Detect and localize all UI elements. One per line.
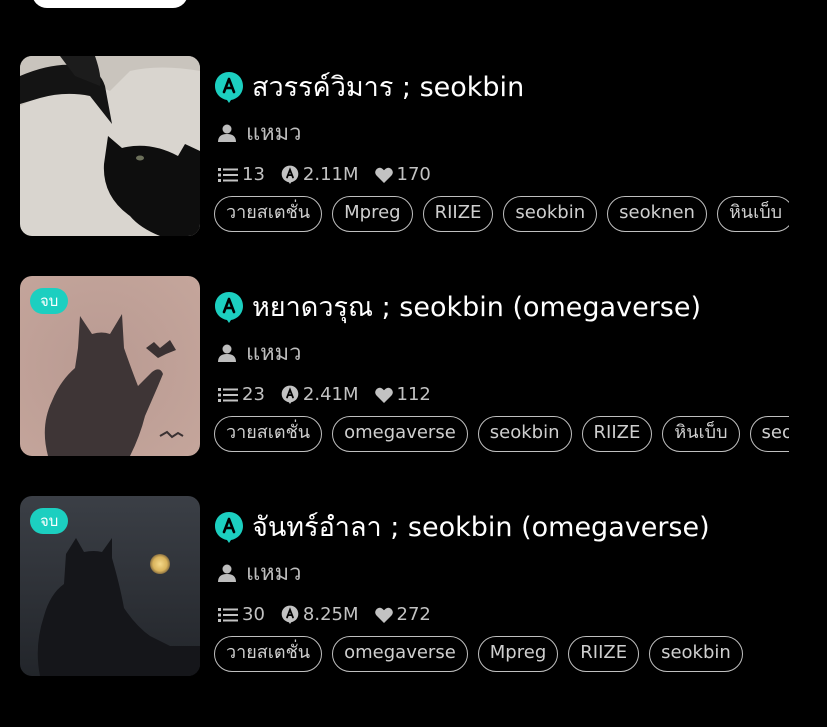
tag[interactable]: seokbin: [649, 636, 743, 672]
person-icon: [218, 124, 236, 142]
story-cover-image[interactable]: [20, 56, 200, 236]
tag[interactable]: RIIZE: [568, 636, 640, 672]
tag-list: วายสเตชั่น omegaverse Mpreg RIIZE seokbin: [214, 636, 789, 674]
reads-icon: [281, 165, 299, 184]
tag-list: วายสเตชั่น Mpreg RIIZE seokbin seoknen หินเบ็…: [214, 196, 789, 234]
story-title[interactable]: จันทร์อำลา ; seokbin (omegaverse): [252, 505, 710, 548]
tag-list: วายสเตชั่น omegaverse seokbin RIIZE หินเบ็บ s…: [214, 416, 789, 454]
story-info: จันทร์อำลา ; seokbin (omegaverse) แหมว 3…: [214, 496, 820, 676]
story-title[interactable]: สวรรค์วิมาร ; seokbin: [252, 65, 524, 108]
like-count: 112: [396, 384, 431, 405]
heart-icon: [374, 167, 393, 183]
story-card-1[interactable]: สวรรค์วิมาร ; seokbin แหมว 13 2.11M 170 …: [20, 56, 820, 236]
like-count: 170: [396, 164, 431, 185]
list-icon: [218, 607, 238, 622]
tag[interactable]: หินเบ็บ: [716, 196, 789, 232]
story-card-2[interactable]: จบ หยาดวรุณ ; seokbin (omegaverse) แหมว: [20, 276, 820, 456]
person-icon: [218, 344, 236, 362]
tag[interactable]: Mpreg: [332, 196, 413, 232]
reads-icon: [281, 605, 299, 624]
tag[interactable]: หินเบ็บ: [662, 416, 740, 452]
chapter-count: 23: [242, 384, 265, 405]
author-name[interactable]: แหมว: [246, 555, 302, 590]
tag[interactable]: omegaverse: [332, 416, 468, 452]
reads-icon: [281, 385, 299, 404]
app-logo-icon: [215, 291, 243, 323]
top-tab-pill[interactable]: [32, 0, 188, 8]
status-badge: จบ: [30, 288, 69, 314]
tag[interactable]: RIIZE: [422, 196, 494, 232]
heart-icon: [374, 607, 393, 623]
tag[interactable]: RIIZE: [581, 416, 653, 452]
app-logo-icon: [215, 71, 243, 103]
read-count: 2.11M: [302, 164, 359, 185]
story-info: สวรรค์วิมาร ; seokbin แหมว 13 2.11M 170 …: [214, 56, 820, 236]
tag[interactable]: seoknen: [749, 416, 789, 452]
app-logo-icon: [215, 511, 243, 543]
read-count: 2.41M: [302, 384, 359, 405]
person-icon: [218, 564, 236, 582]
story-cover-image[interactable]: จบ: [20, 496, 200, 676]
chapter-count: 30: [242, 604, 265, 625]
story-cover-image[interactable]: จบ: [20, 276, 200, 456]
tag[interactable]: seokbin: [503, 196, 598, 232]
tag[interactable]: seokbin: [477, 416, 572, 452]
list-icon: [218, 387, 238, 402]
list-icon: [218, 167, 238, 182]
story-info: หยาดวรุณ ; seokbin (omegaverse) แหมว 23: [214, 276, 820, 456]
read-count: 8.25M: [302, 604, 359, 625]
tag[interactable]: วายสเตชั่น: [214, 416, 323, 452]
chapter-count: 13: [242, 164, 265, 185]
heart-icon: [374, 387, 393, 403]
author-name[interactable]: แหมว: [246, 115, 302, 150]
tag[interactable]: Mpreg: [477, 636, 559, 672]
tag[interactable]: วายสเตชั่น: [214, 196, 323, 232]
author-name[interactable]: แหมว: [246, 335, 302, 370]
tag[interactable]: วายสเตชั่น: [214, 636, 323, 672]
status-badge: จบ: [30, 508, 69, 534]
story-title[interactable]: หยาดวรุณ ; seokbin (omegaverse): [252, 285, 701, 328]
story-card-3[interactable]: จบ จันทร์อำลา ; seokbin (omegaverse) แหม…: [20, 496, 820, 676]
tag[interactable]: seoknen: [607, 196, 707, 232]
tag[interactable]: omegaverse: [332, 636, 468, 672]
like-count: 272: [396, 604, 431, 625]
